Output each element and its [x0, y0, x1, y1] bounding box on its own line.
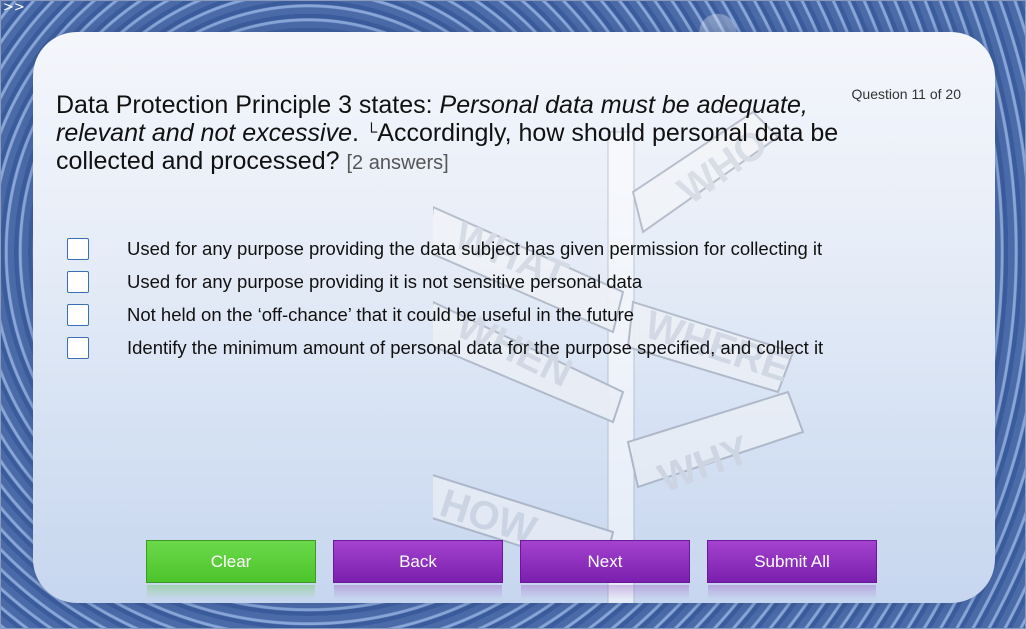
answer-label[interactable]: Not held on the ‘off-chance’ that it cou…	[127, 304, 634, 326]
answer-checkbox[interactable]	[67, 303, 89, 326]
submit-all-button[interactable]: Submit All	[707, 540, 877, 599]
answer-checkbox[interactable]	[67, 270, 89, 293]
question-text: Data Protection Principle 3 states: Pers…	[56, 91, 886, 177]
clear-button[interactable]: Clear	[146, 540, 316, 599]
answer-options: Used for any purpose providing the data …	[67, 232, 823, 364]
answer-checkbox[interactable]	[67, 336, 89, 359]
answer-label[interactable]: Identify the minimum amount of personal …	[127, 337, 823, 359]
next-button[interactable]: Next	[520, 540, 690, 599]
answer-option[interactable]: Used for any purpose providing it is not…	[67, 265, 823, 298]
answer-option[interactable]: Identify the minimum amount of personal …	[67, 331, 823, 364]
back-button[interactable]: Back	[333, 540, 503, 599]
answer-label[interactable]: Used for any purpose providing it is not…	[127, 271, 642, 293]
answer-checkbox[interactable]	[67, 237, 89, 260]
answer-label[interactable]: Used for any purpose providing the data …	[127, 238, 822, 260]
question-mid: .	[352, 119, 366, 147]
question-prefix: Data Protection Principle 3 states:	[56, 91, 440, 119]
quiz-card: WHO WHAT WHERE WHEN WHY HOW Question 11 …	[33, 32, 995, 603]
answer-option[interactable]: Used for any purpose providing the data …	[67, 232, 823, 265]
answer-option[interactable]: Not held on the ‘off-chance’ that it cou…	[67, 298, 823, 331]
button-bar: Clear Back Next Submit All	[146, 540, 894, 599]
question-marker: └	[365, 124, 378, 141]
expand-icon[interactable]: >>	[3, 1, 25, 15]
answers-hint: [2 answers]	[346, 152, 449, 174]
